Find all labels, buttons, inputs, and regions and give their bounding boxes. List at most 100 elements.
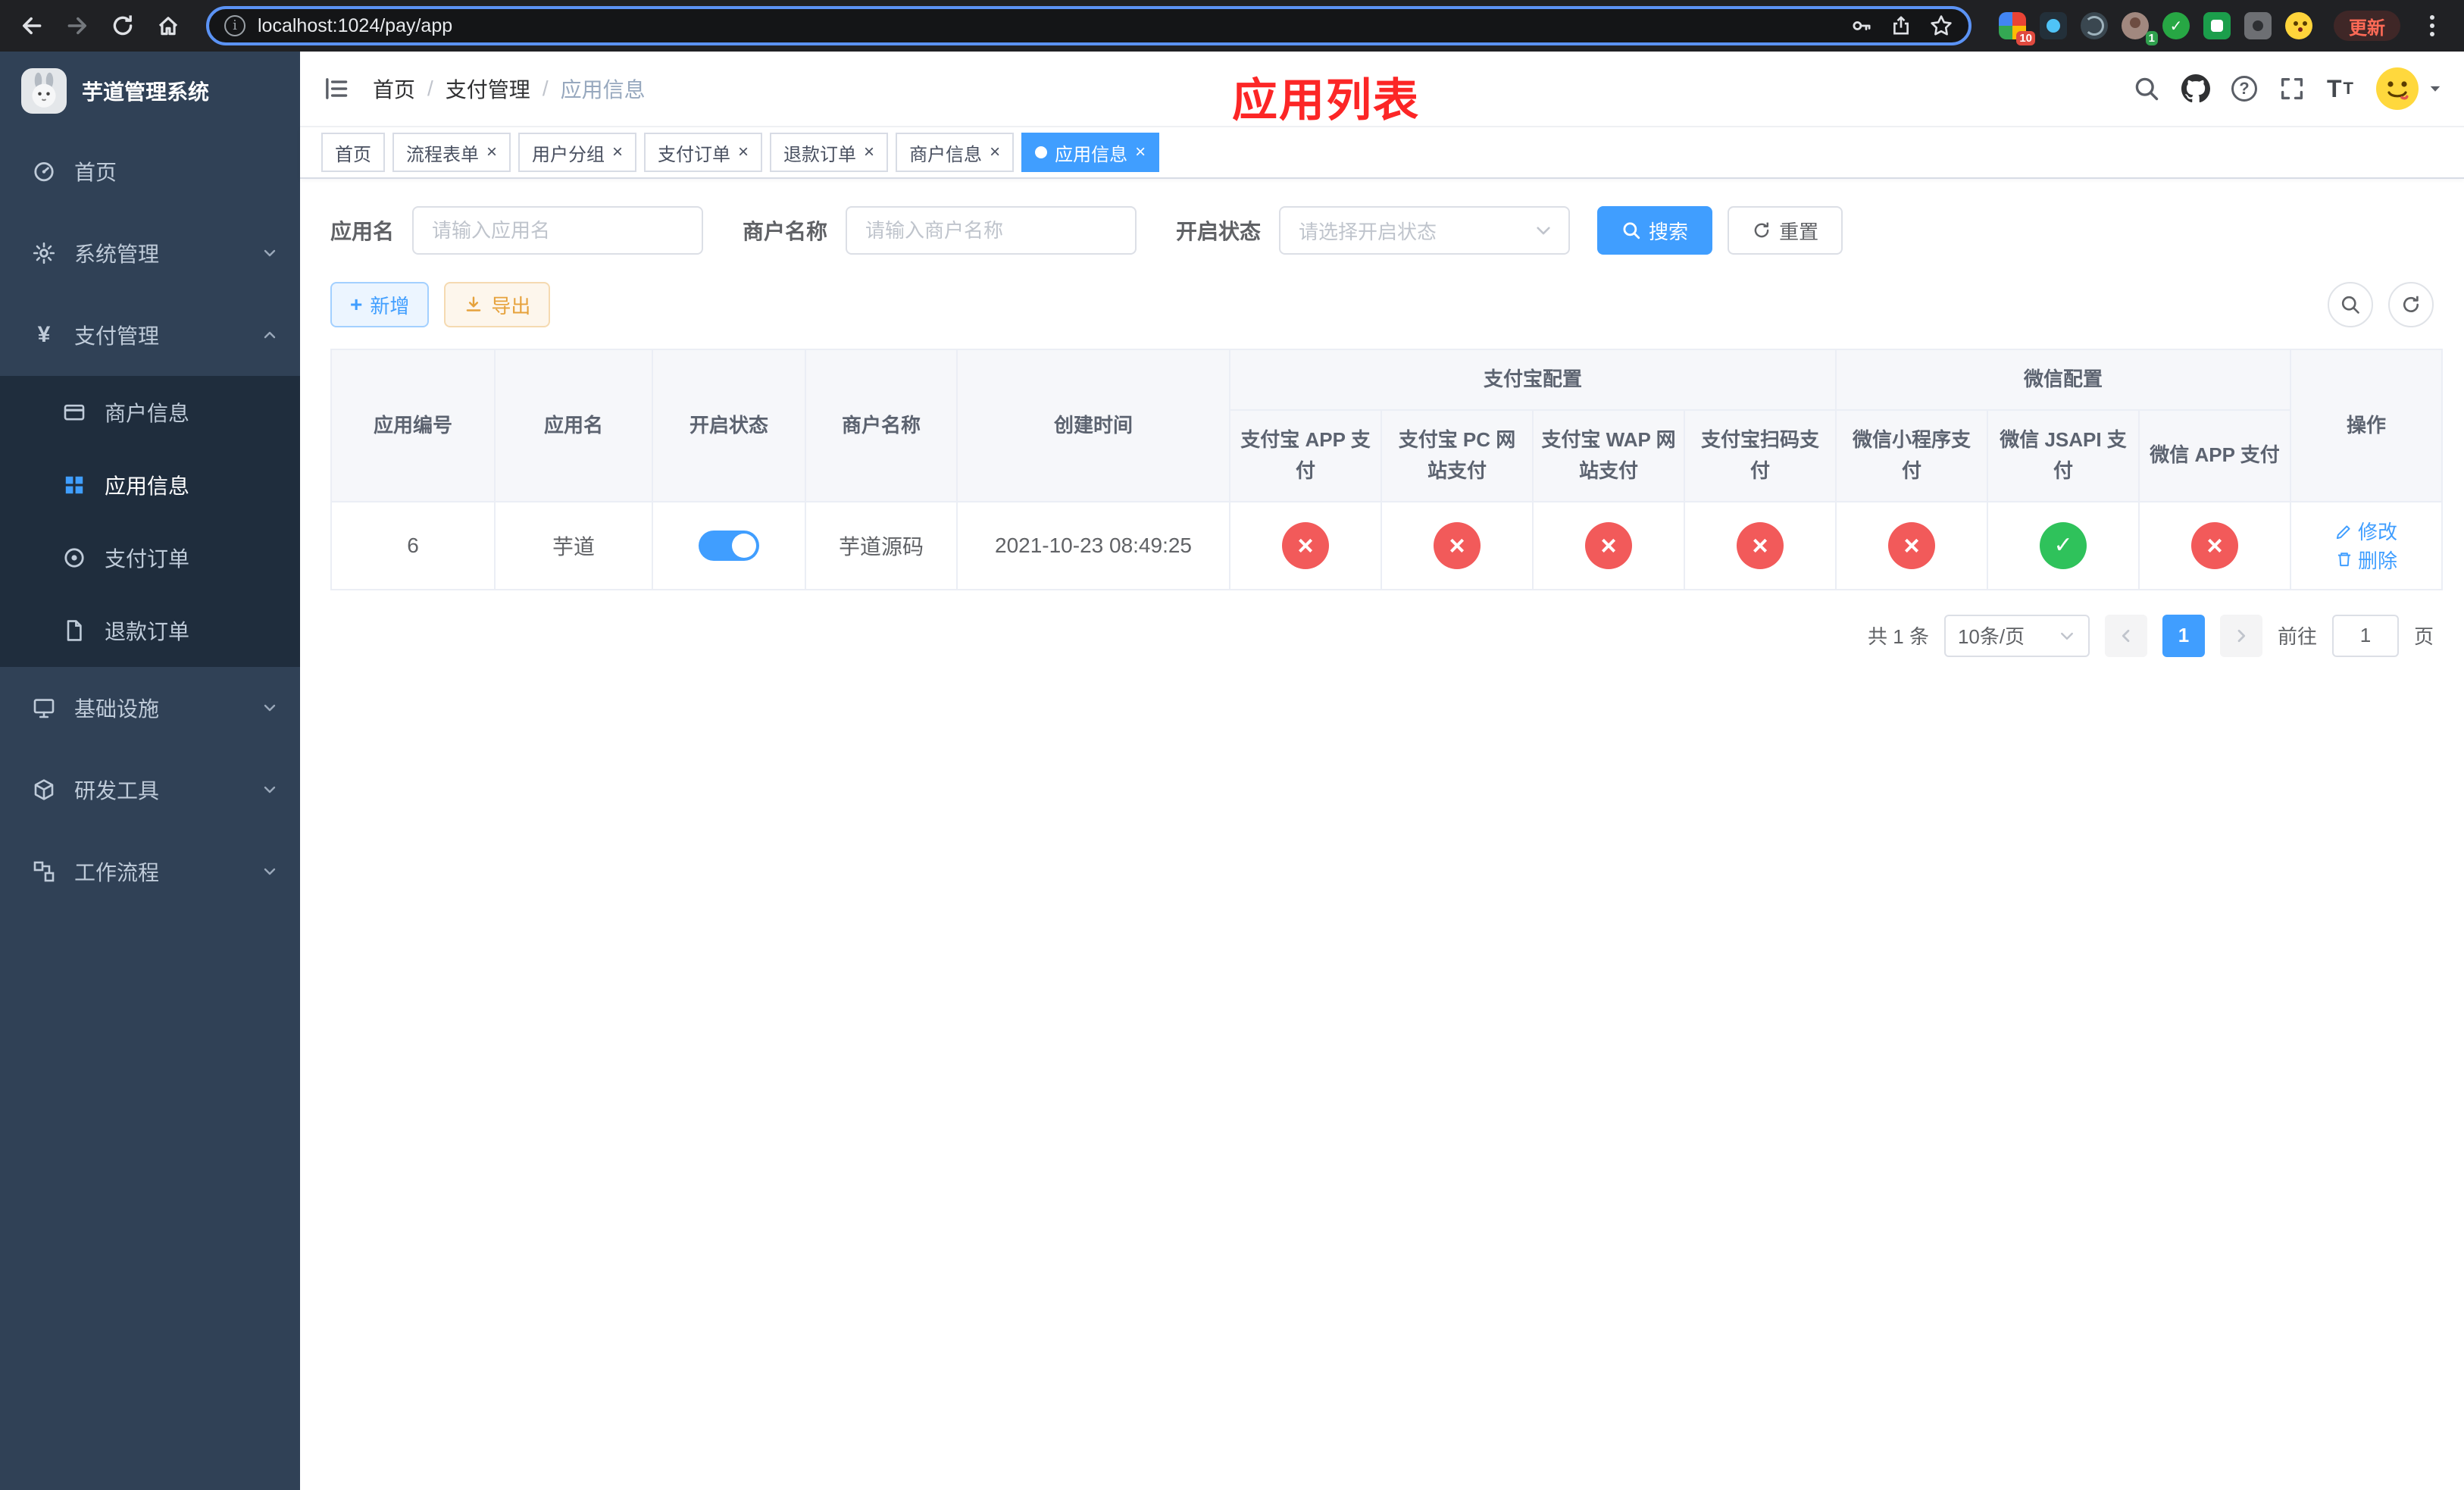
sidebar-item-system[interactable]: 系统管理: [0, 212, 300, 294]
col-app-id: 应用编号: [330, 348, 496, 502]
chevron-down-icon: [261, 244, 279, 262]
sidebar-item-pay-orders[interactable]: 支付订单: [0, 521, 300, 594]
profile-badge: 1: [2145, 31, 2158, 45]
tab-user-group[interactable]: 用户分组: [518, 133, 637, 172]
help-icon[interactable]: [2231, 76, 2257, 102]
tab-pay-orders[interactable]: 支付订单: [644, 133, 763, 172]
reset-button-label: 重置: [1779, 220, 1819, 243]
breadcrumb-home[interactable]: 首页: [373, 74, 415, 104]
extension-icon-smiley[interactable]: [2285, 12, 2312, 39]
tab-refund-orders[interactable]: 退款订单: [770, 133, 889, 172]
site-info-icon[interactable]: [224, 15, 245, 36]
share-icon[interactable]: [1890, 14, 1912, 37]
chevron-left-icon: [2122, 629, 2130, 642]
close-icon[interactable]: [738, 142, 749, 163]
edit-link[interactable]: 修改: [2335, 517, 2397, 545]
export-button[interactable]: 导出: [444, 282, 551, 327]
sidebar-item-label: 商户信息: [105, 402, 190, 425]
tab-home[interactable]: 首页: [321, 133, 385, 172]
sidebar-fold-icon[interactable]: [300, 51, 373, 127]
sidebar-item-infrastructure[interactable]: 基础设施: [0, 667, 300, 749]
page-number-button[interactable]: 1: [2162, 614, 2205, 657]
merchant-name-input[interactable]: [846, 206, 1137, 255]
status-label: 开启状态: [1176, 220, 1262, 243]
grid-icon: [61, 473, 88, 497]
password-key-icon[interactable]: [1850, 14, 1873, 37]
fullscreen-icon[interactable]: [2278, 75, 2306, 102]
delete-link[interactable]: 删除: [2335, 546, 2397, 574]
next-page-button[interactable]: [2219, 614, 2262, 657]
extension-icon-square[interactable]: [2203, 12, 2231, 39]
tab-merchant-info[interactable]: 商户信息: [896, 133, 1015, 172]
breadcrumb-payment[interactable]: 支付管理: [446, 74, 530, 104]
sidebar-item-label: 系统管理: [74, 243, 160, 266]
page-size-value: 10条/页: [1957, 625, 2025, 649]
export-button-label: 导出: [491, 294, 531, 318]
toggle-search-button[interactable]: [2328, 282, 2373, 327]
status-success-icon: [2040, 521, 2087, 569]
tab-app-info[interactable]: 应用信息: [1021, 133, 1160, 172]
plus-icon: [350, 293, 362, 317]
address-bar[interactable]: localhost:1024/pay/app: [206, 6, 1972, 45]
extension-icon-drop[interactable]: [2040, 12, 2067, 39]
user-avatar[interactable]: [2375, 66, 2443, 111]
close-icon[interactable]: [486, 142, 497, 163]
extension-icon-avatar[interactable]: 1: [2122, 12, 2158, 45]
sidebar-item-label: 首页: [74, 161, 117, 184]
browser-reload-icon[interactable]: [103, 6, 142, 45]
col-created: 创建时间: [956, 348, 1230, 502]
goto-page-input[interactable]: [2331, 614, 2399, 657]
extension-icon-check[interactable]: [2162, 12, 2190, 39]
chevron-right-icon: [2237, 629, 2246, 642]
toggle-knob: [732, 533, 756, 558]
prev-page-button[interactable]: [2104, 614, 2147, 657]
add-button[interactable]: 新增: [330, 282, 430, 327]
browser-menu-icon[interactable]: [2412, 6, 2452, 45]
github-icon[interactable]: [2181, 74, 2210, 103]
search-button[interactable]: 搜索: [1597, 206, 1713, 255]
table-row: 6 芋道 芋道源码 2021-10-23 08:49:25 × × × × × …: [330, 500, 2444, 590]
chevron-down-icon: [261, 699, 279, 717]
browser-forward-icon[interactable]: [58, 6, 97, 45]
extension-icon-puzzle[interactable]: [2244, 12, 2272, 39]
browser-chrome: localhost:1024/pay/app 10 1: [0, 0, 2464, 52]
page-content: 应用名 商户名称 开启状态 请选择开启状态 搜索 重置: [300, 179, 2464, 1490]
sidebar-item-merchant-info[interactable]: 商户信息: [0, 376, 300, 449]
font-size-icon[interactable]: [2327, 75, 2353, 103]
col-group-wechat: 微信配置: [1835, 349, 2292, 411]
sidebar-item-payment[interactable]: 支付管理: [0, 294, 300, 376]
sidebar-item-home[interactable]: 首页: [0, 130, 300, 212]
bookmark-star-icon[interactable]: [1929, 14, 1953, 38]
app-name-input[interactable]: [412, 206, 704, 255]
close-icon[interactable]: [990, 142, 1000, 163]
status-select[interactable]: 请选择开启状态: [1279, 206, 1571, 255]
browser-back-icon[interactable]: [12, 6, 52, 45]
col-alipay-qr: 支付宝扫码支付: [1683, 408, 1837, 502]
col-wechat-mini: 微信小程序支付: [1835, 408, 1989, 502]
sidebar-item-dev-tools[interactable]: 研发工具: [0, 749, 300, 831]
sidebar-item-refund-orders[interactable]: 退款订单: [0, 594, 300, 667]
close-icon[interactable]: [1135, 142, 1146, 163]
sidebar-item-label: 应用信息: [105, 474, 190, 498]
chevron-down-icon: [2061, 632, 2073, 640]
reset-button[interactable]: 重置: [1728, 206, 1843, 255]
extension-icon-globe[interactable]: [2081, 12, 2108, 39]
browser-update-button[interactable]: 更新: [2334, 11, 2400, 41]
status-toggle[interactable]: [699, 530, 759, 561]
close-icon[interactable]: [864, 142, 874, 163]
browser-home-icon[interactable]: [149, 6, 188, 45]
screen: localhost:1024/pay/app 10 1: [0, 0, 2464, 1490]
sidebar-item-workflow[interactable]: 工作流程: [0, 831, 300, 912]
trash-icon: [2337, 552, 2351, 567]
extension-icon-grid[interactable]: 10: [1999, 12, 2035, 45]
tab-process-form[interactable]: 流程表单: [392, 133, 511, 172]
app-logo[interactable]: 芋道管理系统: [0, 52, 300, 130]
gear-icon: [30, 241, 58, 265]
page-size-select[interactable]: 10条/页: [1943, 614, 2090, 657]
refresh-table-button[interactable]: [2388, 282, 2434, 327]
close-icon[interactable]: [612, 142, 623, 163]
status-error-icon: [2191, 521, 2239, 569]
search-icon[interactable]: [2133, 75, 2160, 102]
sidebar-item-app-info[interactable]: 应用信息: [0, 449, 300, 521]
breadcrumb-current: 应用信息: [560, 78, 646, 102]
